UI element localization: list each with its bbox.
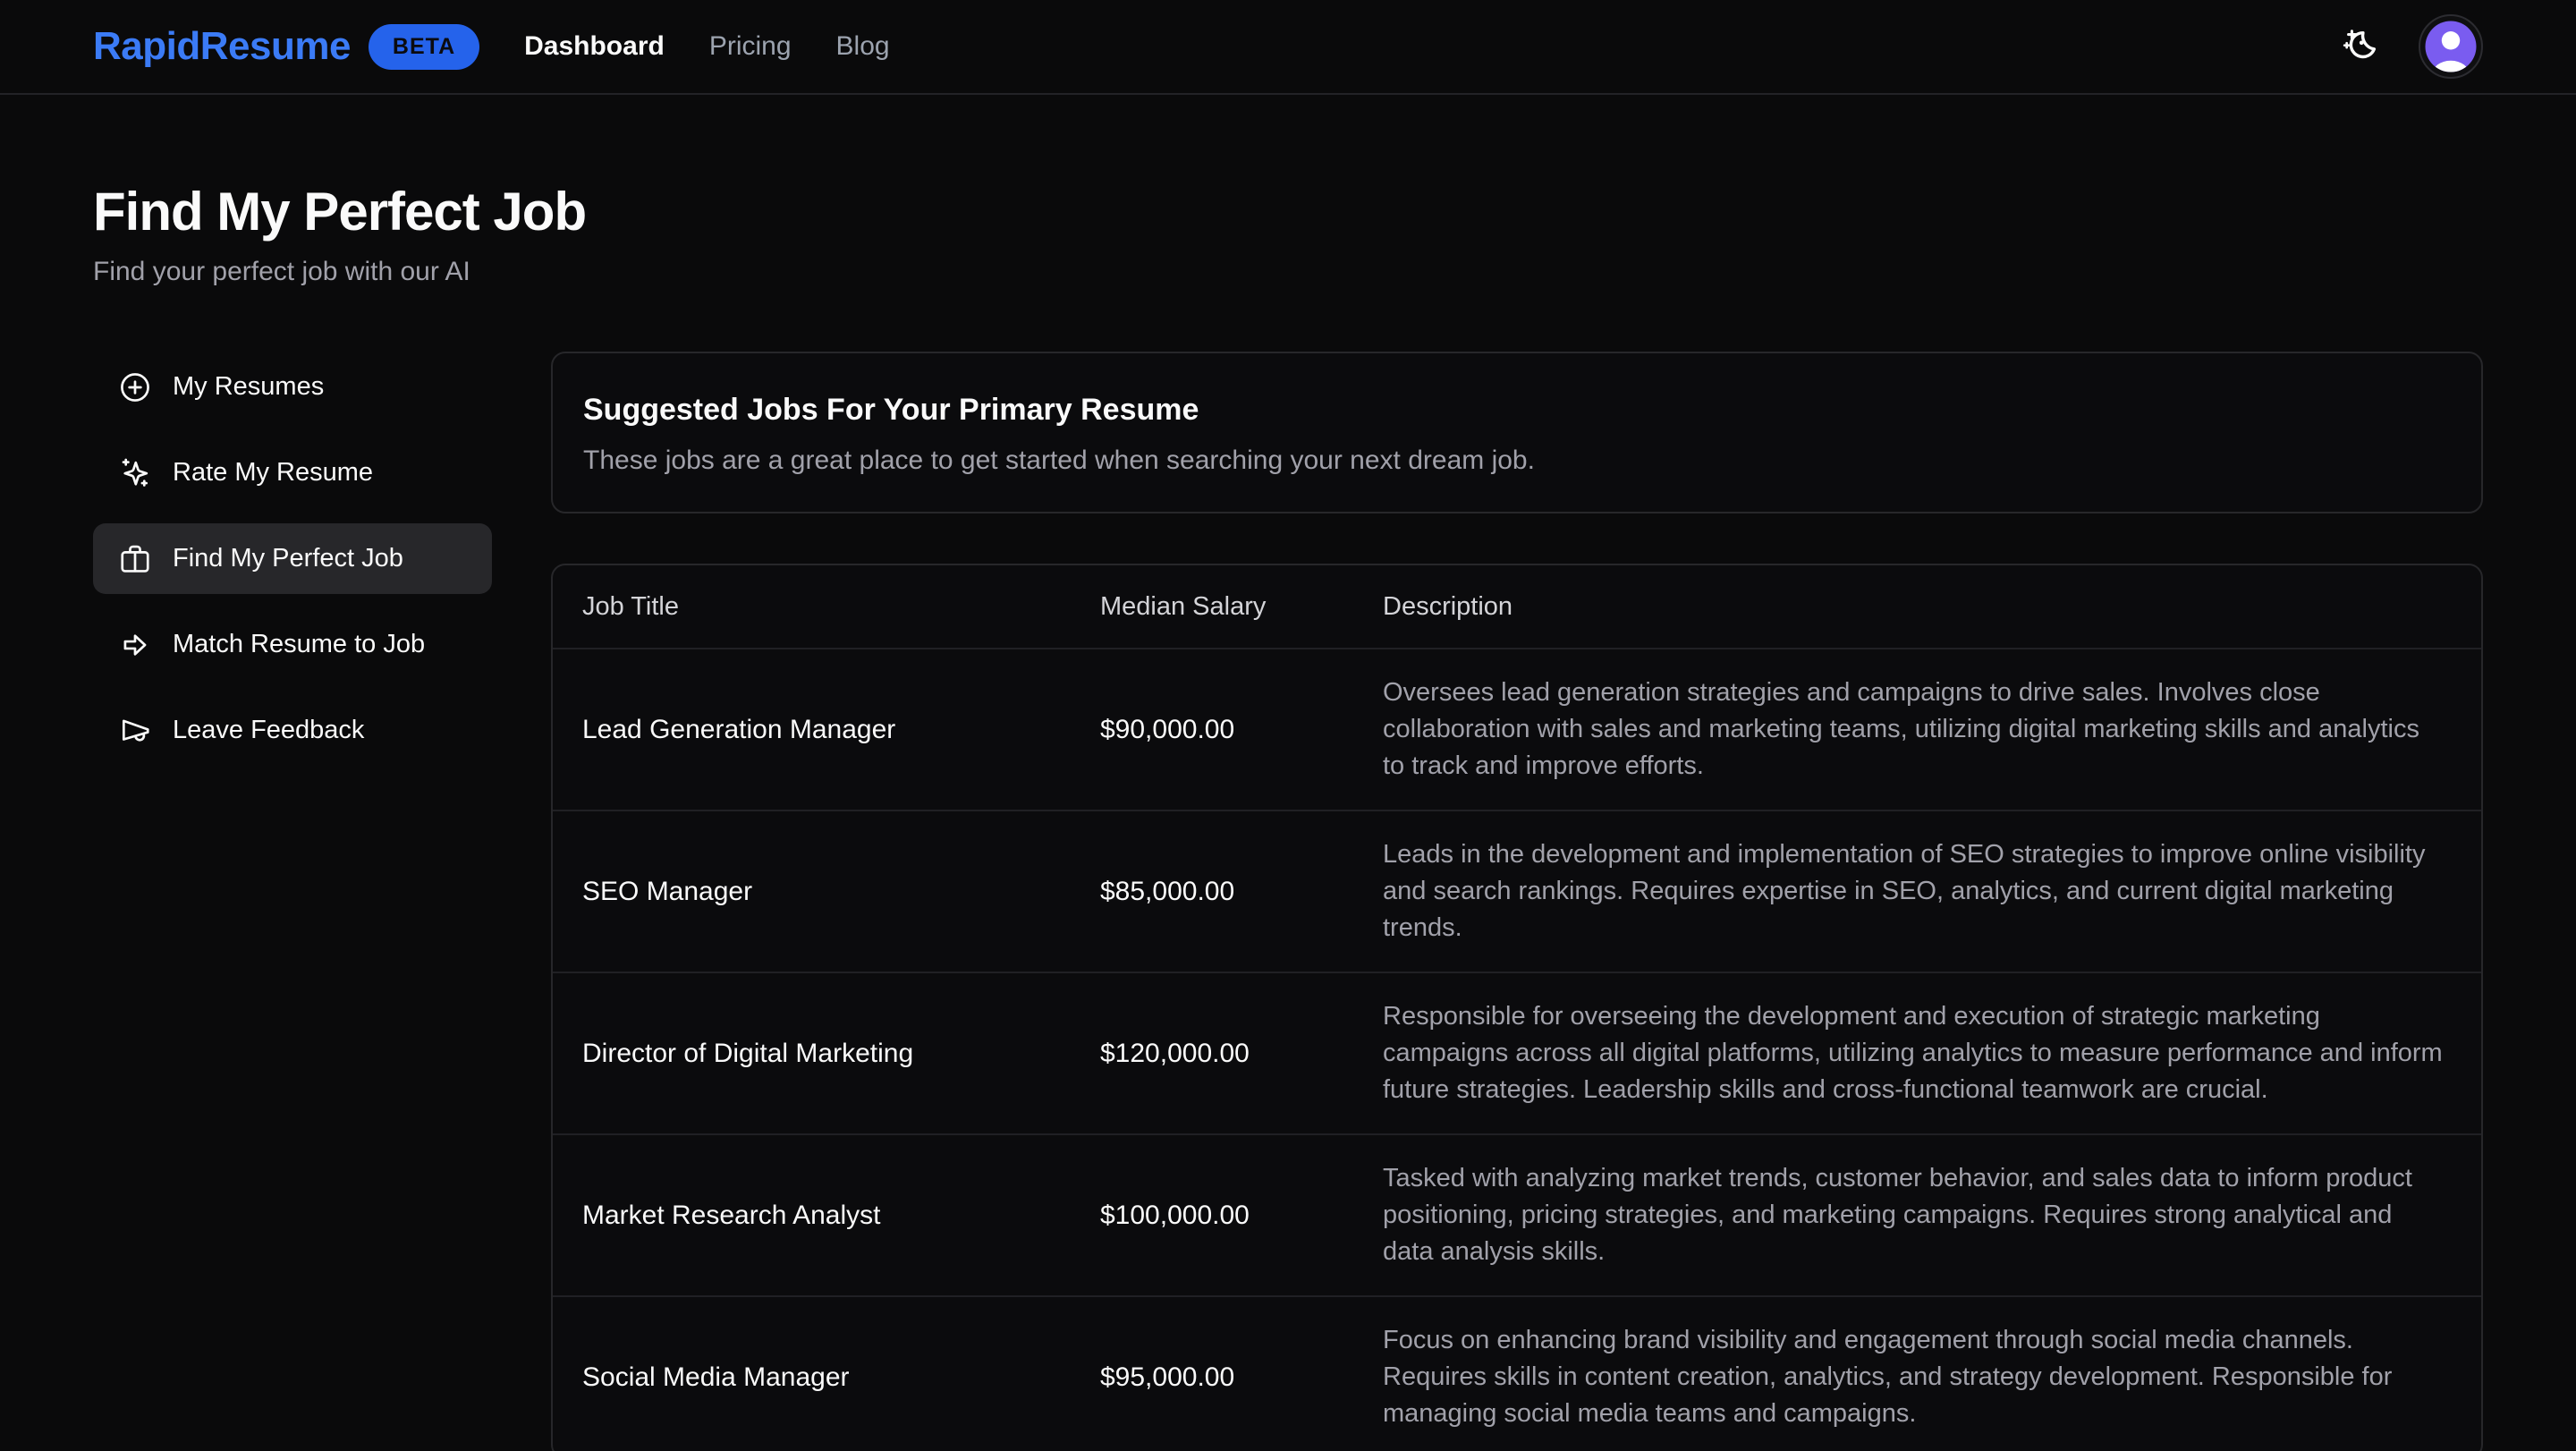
- description-cell: Tasked with analyzing market trends, cus…: [1353, 1135, 2481, 1295]
- beta-badge: BETA: [369, 24, 479, 70]
- median-salary-cell: $95,000.00: [1071, 1362, 1353, 1393]
- megaphone-icon: [118, 714, 152, 748]
- main-panel: Suggested Jobs For Your Primary Resume T…: [551, 352, 2483, 1451]
- median-salary-cell: $120,000.00: [1071, 1039, 1353, 1069]
- job-title-cell: SEO Manager: [553, 877, 1071, 907]
- topbar-right-controls: [2340, 14, 2483, 79]
- plus-circle-icon: [118, 370, 152, 404]
- briefcase-icon: [118, 542, 152, 576]
- user-avatar[interactable]: [2419, 14, 2483, 79]
- job-title-cell: Market Research Analyst: [553, 1201, 1071, 1231]
- description-cell: Oversees lead generation strategies and …: [1353, 649, 2481, 810]
- description-cell: Focus on enhancing brand visibility and …: [1353, 1297, 2481, 1451]
- sidebar-item-label: Match Resume to Job: [173, 630, 425, 659]
- description-cell: Responsible for overseeing the developme…: [1353, 973, 2481, 1133]
- page-subtitle: Find your perfect job with our AI: [93, 257, 2483, 287]
- table-row: SEO Manager $85,000.00 Leads in the deve…: [553, 810, 2481, 972]
- user-avatar-icon: [2424, 20, 2478, 73]
- column-header-median-salary: Median Salary: [1071, 592, 1353, 622]
- description-cell: Leads in the development and implementat…: [1353, 811, 2481, 972]
- sparkles-icon: [118, 456, 152, 490]
- page-content: Find My Perfect Job Find your perfect jo…: [0, 181, 2576, 1451]
- app-logo[interactable]: RapidResume: [93, 24, 351, 69]
- table-row: Market Research Analyst $100,000.00 Task…: [553, 1133, 2481, 1295]
- column-header-description: Description: [1353, 592, 2481, 622]
- sidebar-item-find-my-perfect-job[interactable]: Find My Perfect Job: [93, 523, 492, 594]
- nav-dashboard[interactable]: Dashboard: [524, 31, 665, 62]
- tools-sidebar: My Resumes Rate My Resume: [93, 352, 492, 766]
- sidebar-item-label: Leave Feedback: [173, 716, 364, 745]
- nav-blog[interactable]: Blog: [836, 31, 890, 62]
- median-salary-cell: $90,000.00: [1071, 715, 1353, 745]
- main-nav: Dashboard Pricing Blog: [524, 31, 889, 62]
- theme-toggle-moon-icon[interactable]: [2340, 26, 2381, 67]
- sidebar-item-match-resume-to-job[interactable]: Match Resume to Job: [93, 609, 492, 680]
- job-title-cell: Director of Digital Marketing: [553, 1039, 1071, 1069]
- column-header-job-title: Job Title: [553, 592, 1071, 622]
- page-title: Find My Perfect Job: [93, 181, 2483, 242]
- jobs-table: Job Title Median Salary Description Lead…: [551, 564, 2483, 1451]
- top-navigation-bar: RapidResume BETA Dashboard Pricing Blog: [0, 0, 2576, 95]
- median-salary-cell: $100,000.00: [1071, 1201, 1353, 1231]
- sidebar-item-label: Rate My Resume: [173, 458, 373, 488]
- jobs-table-header-row: Job Title Median Salary Description: [553, 565, 2481, 648]
- suggested-jobs-card: Suggested Jobs For Your Primary Resume T…: [551, 352, 2483, 513]
- job-title-cell: Lead Generation Manager: [553, 715, 1071, 745]
- sidebar-item-label: My Resumes: [173, 372, 324, 402]
- sidebar-item-leave-feedback[interactable]: Leave Feedback: [93, 695, 492, 766]
- suggested-jobs-title: Suggested Jobs For Your Primary Resume: [583, 393, 2451, 428]
- table-row: Social Media Manager $95,000.00 Focus on…: [553, 1295, 2481, 1451]
- table-row: Director of Digital Marketing $120,000.0…: [553, 972, 2481, 1133]
- nav-pricing[interactable]: Pricing: [709, 31, 792, 62]
- sidebar-item-rate-my-resume[interactable]: Rate My Resume: [93, 437, 492, 508]
- job-title-cell: Social Media Manager: [553, 1362, 1071, 1393]
- table-row: Lead Generation Manager $90,000.00 Overs…: [553, 648, 2481, 810]
- sidebar-item-my-resumes[interactable]: My Resumes: [93, 352, 492, 422]
- suggested-jobs-subtitle: These jobs are a great place to get star…: [583, 445, 2451, 476]
- median-salary-cell: $85,000.00: [1071, 877, 1353, 907]
- arrow-right-icon: [118, 628, 152, 662]
- sidebar-item-label: Find My Perfect Job: [173, 544, 403, 573]
